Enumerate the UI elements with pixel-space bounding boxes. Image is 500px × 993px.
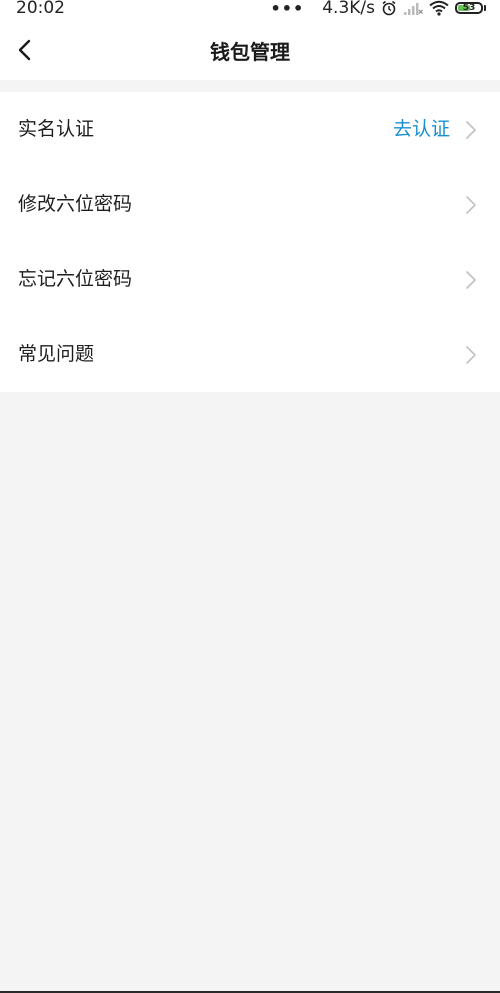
menu-item-label: 常见问题 bbox=[18, 343, 95, 365]
verify-link[interactable]: 去认证 bbox=[393, 92, 450, 167]
alarm-icon bbox=[382, 0, 396, 16]
battery-level: 53 bbox=[462, 3, 476, 13]
menu-item-change-password[interactable]: 修改六位密码 bbox=[0, 167, 500, 242]
nav-bar: 钱包管理 bbox=[0, 20, 500, 80]
more-dots-icon: ••• bbox=[270, 0, 305, 18]
signal-icon bbox=[404, 3, 423, 15]
chevron-right-icon bbox=[466, 271, 476, 289]
screen: 20:02 ••• 4.3K/s 53 钱包管理 实名认证 去认证 修改六位密码… bbox=[0, 0, 500, 993]
network-speed: 4.3K/s bbox=[322, 0, 375, 18]
chevron-right-icon bbox=[466, 346, 476, 364]
chevron-right-icon bbox=[466, 121, 476, 139]
battery-icon: 53 bbox=[455, 2, 483, 14]
page-title: 钱包管理 bbox=[210, 40, 290, 64]
menu-item-real-name[interactable]: 实名认证 去认证 bbox=[0, 92, 500, 167]
status-icons: ••• 4.3K/s 53 bbox=[271, 0, 486, 19]
menu-list: 实名认证 去认证 修改六位密码 忘记六位密码 常见问题 bbox=[0, 92, 500, 392]
status-bar: 20:02 ••• 4.3K/s 53 bbox=[0, 0, 500, 20]
menu-item-label: 实名认证 bbox=[18, 118, 95, 140]
status-time: 20:02 bbox=[16, 0, 65, 18]
menu-item-faq[interactable]: 常见问题 bbox=[0, 317, 500, 392]
menu-item-label: 修改六位密码 bbox=[18, 193, 133, 215]
chevron-right-icon bbox=[466, 196, 476, 214]
menu-item-label: 忘记六位密码 bbox=[18, 268, 133, 290]
wifi-icon bbox=[429, 0, 449, 16]
battery-tip bbox=[484, 5, 486, 11]
menu-item-forgot-password[interactable]: 忘记六位密码 bbox=[0, 242, 500, 317]
